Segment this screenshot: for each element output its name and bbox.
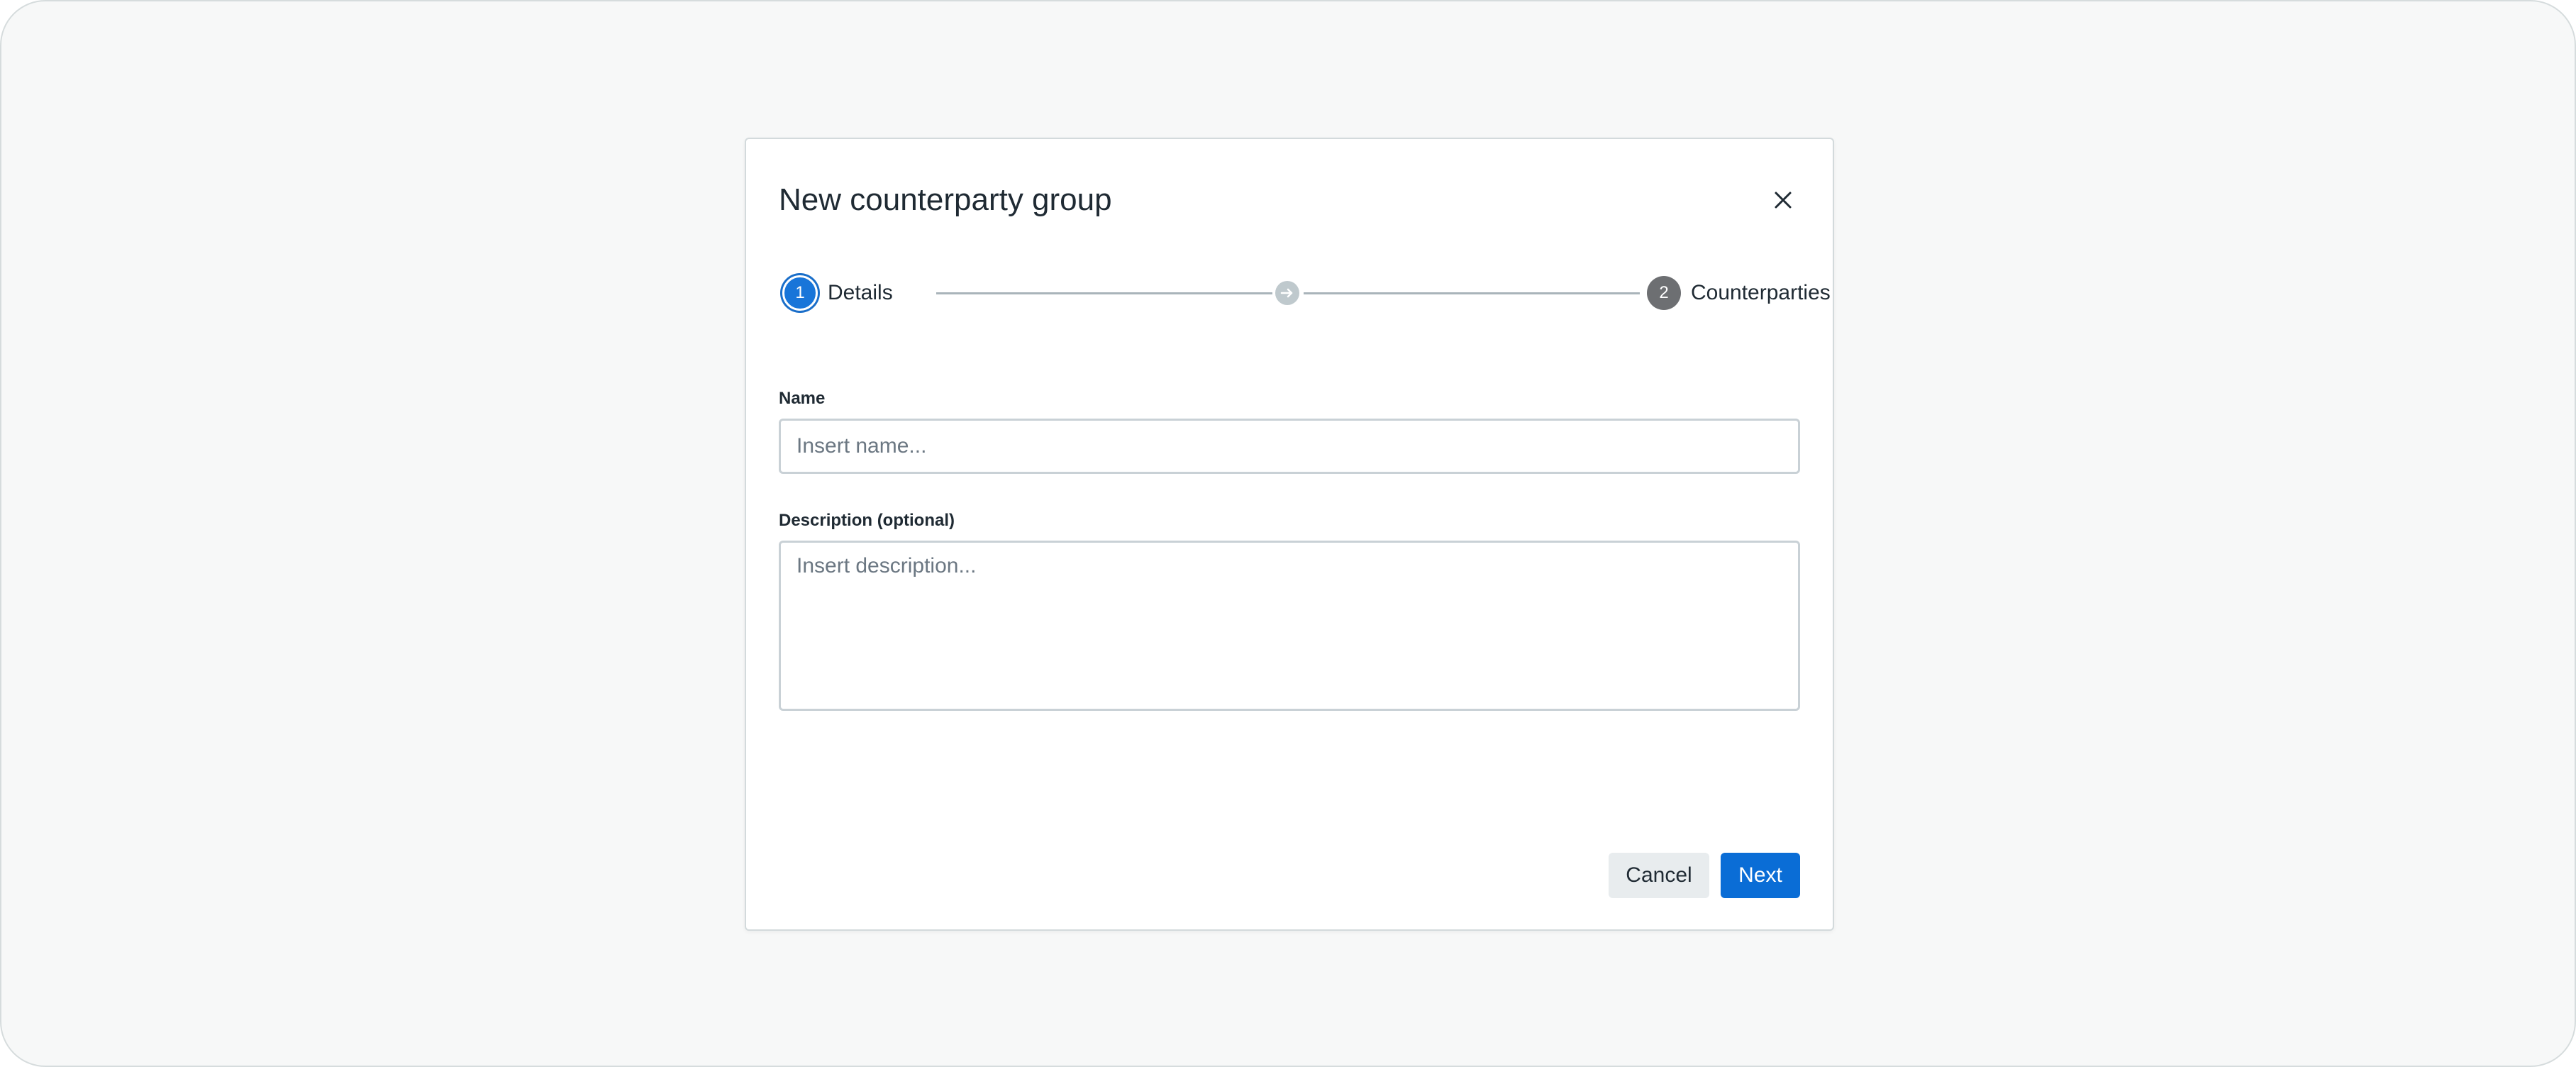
step-details-number: 1 <box>782 275 818 311</box>
page-background: New counterparty group 1 Details 2 Count… <box>0 0 2576 1067</box>
stepper: 1 Details 2 Counterparties <box>779 271 1831 315</box>
step-counterparties-number: 2 <box>1647 276 1681 310</box>
step-counterparties: 2 Counterparties <box>1647 271 1831 315</box>
step-details-label: Details <box>828 281 893 304</box>
description-field-label: Description (optional) <box>779 511 955 530</box>
name-input[interactable] <box>779 419 1800 474</box>
new-counterparty-group-dialog: New counterparty group 1 Details 2 Count… <box>745 138 1834 931</box>
close-button[interactable] <box>1762 179 1804 221</box>
description-textarea[interactable] <box>779 541 1800 711</box>
close-icon <box>1775 192 1792 209</box>
next-button[interactable]: Next <box>1721 853 1800 898</box>
dialog-title: New counterparty group <box>779 182 1112 217</box>
step-counterparties-label: Counterparties <box>1691 281 1831 304</box>
name-field-label: Name <box>779 389 826 408</box>
step-details: 1 Details <box>779 271 893 315</box>
step-connector-line-right <box>1304 292 1640 294</box>
cancel-button[interactable]: Cancel <box>1609 853 1709 898</box>
arrow-right-icon <box>1275 281 1299 305</box>
step-connector-line-left <box>936 292 1272 294</box>
